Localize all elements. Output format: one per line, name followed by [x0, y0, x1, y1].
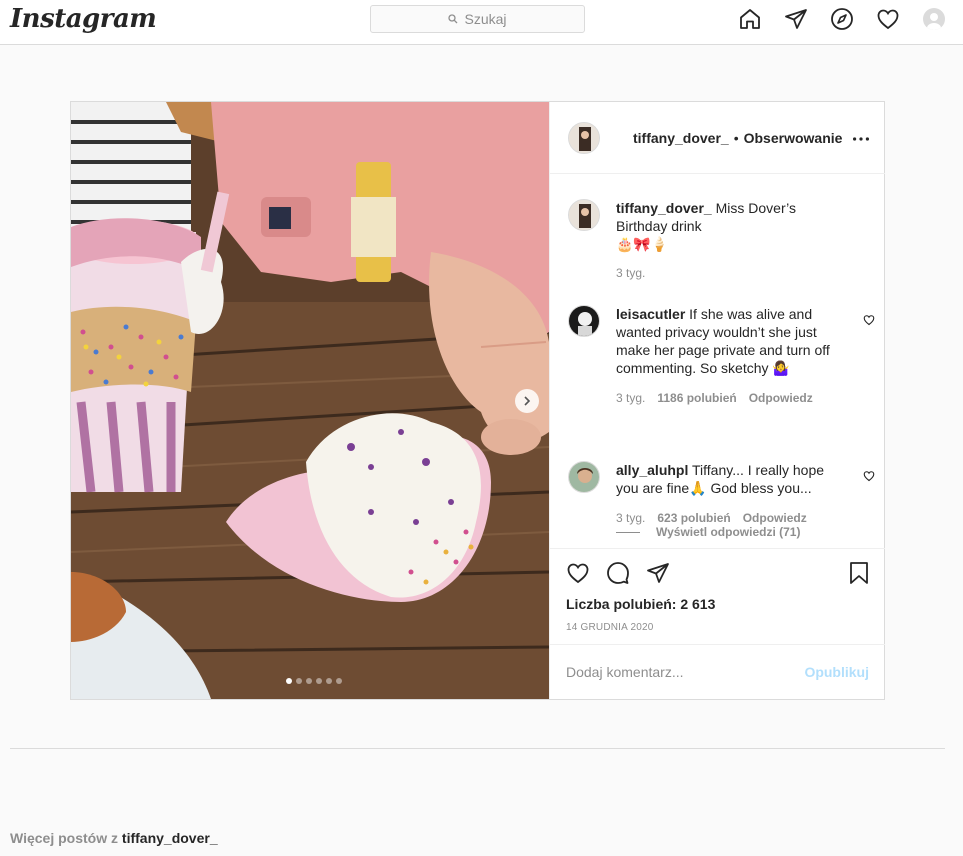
carousel-dot [336, 678, 342, 684]
following-button[interactable]: Obserwowanie [744, 130, 843, 146]
carousel-next-button[interactable] [515, 389, 539, 413]
author-avatar[interactable] [568, 121, 600, 154]
milkshake-photo-illustration [71, 102, 549, 699]
comment-item: ally_aluhpl Tiffany... I really hope you… [568, 461, 875, 531]
comment-likes[interactable]: 623 polubień [657, 511, 730, 525]
author-username[interactable]: tiffany_dover_ [633, 130, 729, 146]
caption-avatar[interactable] [568, 199, 600, 231]
search-icon [448, 14, 458, 24]
profile-avatar[interactable] [922, 7, 946, 31]
likes-count[interactable]: Liczba polubień: 2 613 [566, 596, 715, 612]
caption-body: tiffany_dover_ Miss Dover’s Birthday dri… [616, 199, 846, 253]
instagram-logo[interactable]: Instagram [10, 4, 157, 34]
replies-line [616, 531, 640, 533]
comment-likes[interactable]: 1186 polubień [657, 391, 736, 405]
top-navigation-bar: Instagram Szukaj [0, 0, 963, 45]
more-posts-heading: Więcej postów z tiffany_dover_ [10, 830, 218, 846]
publish-button[interactable]: Opublikuj [804, 664, 869, 680]
caption-username[interactable]: tiffany_dover_ [616, 200, 712, 216]
caption: tiffany_dover_ Miss Dover’s Birthday dri… [568, 199, 868, 289]
search-box[interactable]: Szukaj [370, 5, 585, 33]
commenter-avatar[interactable] [568, 305, 600, 337]
comment-input[interactable]: Dodaj komentarz... [566, 664, 684, 680]
more-options-button[interactable] [853, 128, 869, 146]
comment-meta: 3 tyg. 623 polubień Odpowiedz [616, 511, 807, 525]
like-icon[interactable] [566, 561, 590, 590]
search-placeholder: Szukaj [464, 11, 507, 27]
comment-username[interactable]: ally_aluhpl [616, 462, 688, 478]
home-icon[interactable] [738, 7, 762, 31]
caption-emoji: 🎂🎀🍦 [616, 236, 669, 252]
comment-item: leisacutler If she was alive and wanted … [568, 305, 875, 415]
post-date[interactable]: 14 GRUDNIA 2020 [566, 622, 654, 633]
post-actions: Liczba polubień: 2 613 14 GRUDNIA 2020 [550, 548, 885, 644]
header-separator: • [733, 129, 739, 146]
carousel-dot [296, 678, 302, 684]
more-posts-username[interactable]: tiffany_dover_ [122, 830, 218, 846]
share-icon[interactable] [646, 561, 670, 590]
carousel-dot [306, 678, 312, 684]
comment-time[interactable]: 3 tyg. [616, 511, 645, 525]
explore-icon[interactable] [830, 7, 854, 31]
post-card: tiffany_dover_ • Obserwowanie tiffany_do… [70, 101, 885, 700]
carousel-dot [326, 678, 332, 684]
comment-reply-button[interactable]: Odpowiedz [743, 511, 807, 525]
post-photo[interactable] [71, 102, 549, 699]
more-icon [853, 137, 869, 141]
bookmark-icon[interactable] [847, 561, 871, 590]
carousel-dot [316, 678, 322, 684]
comment-like-icon[interactable] [863, 313, 875, 326]
comment-body: ally_aluhpl Tiffany... I really hope you… [616, 461, 846, 497]
direct-icon[interactable] [784, 7, 808, 31]
comment-body: leisacutler If she was alive and wanted … [616, 305, 846, 377]
add-comment-bar: Dodaj komentarz... Opublikuj [550, 644, 885, 699]
more-posts-prefix: Więcej postów z [10, 830, 119, 846]
caption-meta: 3 tyg. [616, 266, 645, 280]
caption-time[interactable]: 3 tyg. [616, 266, 645, 280]
comment-username[interactable]: leisacutler [616, 306, 685, 322]
commenter-avatar[interactable] [568, 461, 600, 493]
carousel-indicators [286, 678, 342, 684]
comment-icon[interactable] [606, 561, 630, 590]
section-divider [10, 748, 945, 749]
carousel-dot [286, 678, 292, 684]
post-header: tiffany_dover_ • Obserwowanie [550, 102, 885, 174]
comment-reply-button[interactable]: Odpowiedz [749, 391, 813, 405]
comment-time[interactable]: 3 tyg. [616, 391, 645, 405]
comment-like-icon[interactable] [863, 469, 875, 482]
post-sidebar: tiffany_dover_ • Obserwowanie tiffany_do… [549, 102, 885, 699]
chevron-right-icon [524, 396, 531, 406]
activity-heart-icon[interactable] [876, 7, 900, 31]
comment-meta: 3 tyg. 1186 polubień Odpowiedz [616, 391, 813, 405]
